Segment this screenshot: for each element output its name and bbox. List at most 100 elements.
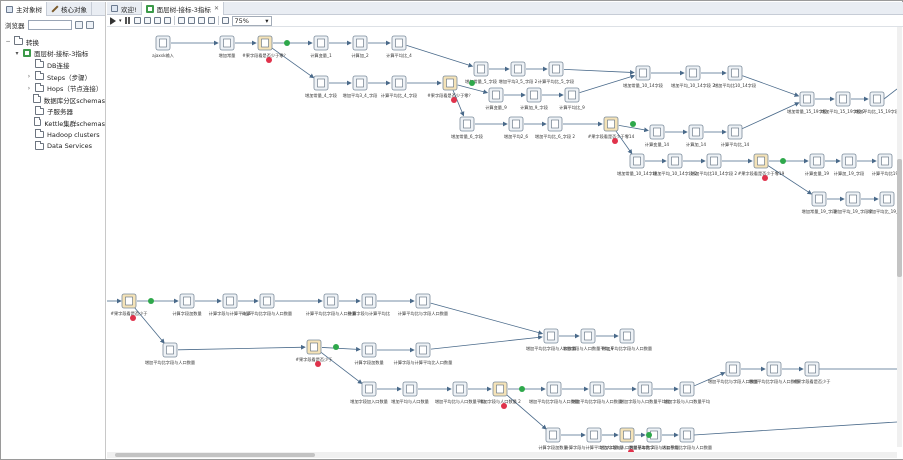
step-s43[interactable]: 计算平均比字段与人口数量 xyxy=(242,293,292,317)
step-s54[interactable]: 增加字段加入口数量 xyxy=(350,381,388,405)
step-s4[interactable]: 计算变量_1 xyxy=(310,35,332,59)
step-s25[interactable]: 计算加_14 xyxy=(686,124,706,148)
step-s63[interactable]: 增加平均比字段与人口数量 xyxy=(749,361,799,385)
step-s29[interactable]: 增加平均比_15_19字段 xyxy=(855,91,897,115)
preview-icon[interactable] xyxy=(143,17,151,24)
expand-all-icon[interactable] xyxy=(74,21,83,29)
play-icon[interactable] xyxy=(110,16,116,25)
hop-arrow[interactable] xyxy=(177,344,306,351)
step-s30[interactable]: 增加常量_10_14字段 xyxy=(617,153,658,177)
run-options-chevron-icon[interactable]: ▾ xyxy=(119,18,122,24)
verify-icon[interactable] xyxy=(177,17,185,24)
step-s41[interactable]: 计算字段加数量 xyxy=(172,293,202,317)
step-s18[interactable]: 增加平均_10_14字段 2 xyxy=(671,65,715,89)
horizontal-scrollbar[interactable] xyxy=(107,452,897,458)
collapse-icon[interactable]: ▾ xyxy=(14,50,20,57)
step-s14[interactable]: 计算变量_9 xyxy=(485,87,507,111)
impact-icon[interactable] xyxy=(187,17,195,24)
step-s20[interactable]: 增加常量_6_字段 xyxy=(451,116,484,140)
flow-diagram[interactable]: ajaxsk输入 增加常量 #果字段看是否少于零？ 计算变量_1 计算加_2 计算平均比_… xyxy=(107,27,897,459)
hop-arrow[interactable] xyxy=(430,302,544,335)
horizontal-scroll-thumb[interactable] xyxy=(115,453,315,457)
search-input[interactable] xyxy=(27,20,72,30)
pause-icon[interactable] xyxy=(124,17,131,24)
step-s52[interactable]: 计算字段加数量 xyxy=(354,342,384,366)
collapse-icon[interactable]: − xyxy=(5,38,11,45)
hop-arrow[interactable] xyxy=(883,88,897,100)
step-s23[interactable]: #果字段看是否少于零14 xyxy=(588,116,635,140)
step-s61[interactable]: 增加字段与人口数量平均 xyxy=(664,381,710,405)
step-s60[interactable]: 增加字段与人口数量平均比 xyxy=(620,381,670,405)
tree-item-cluster-schemas[interactable]: Kettle集群schemas xyxy=(2,117,105,129)
step-s6[interactable]: 计算平均比_4 xyxy=(386,35,412,59)
tree-item-hops[interactable]: › Hops（节点连接） xyxy=(2,82,105,94)
step-s49[interactable]: 增加平均比字段与人口数量 xyxy=(602,328,652,352)
close-icon[interactable]: ✕ xyxy=(214,5,219,12)
step-s56[interactable]: 增加平均比与人口数量平均 xyxy=(435,381,485,405)
debug-icon[interactable] xyxy=(153,17,161,24)
tree-item-slave-servers[interactable]: 子服务器 xyxy=(2,105,105,118)
step-s8[interactable]: 增加平均3_5_字段 2 xyxy=(499,61,538,85)
step-s64[interactable]: #果字段看是否少于 xyxy=(793,361,831,385)
explore-db-icon[interactable] xyxy=(207,17,215,24)
step-s15[interactable]: 计算加_9_字段 xyxy=(520,87,549,111)
hop-arrow[interactable] xyxy=(457,84,489,95)
step-s40[interactable]: #果字段看是否少于 xyxy=(110,293,148,317)
tree-item-data-services[interactable]: Data Services xyxy=(2,140,105,152)
step-s69[interactable]: 增加平均比字段与人口数量 xyxy=(662,427,712,451)
tree-item-steps[interactable]: › Steps（步骤） xyxy=(2,71,105,83)
step-s26[interactable]: 计算平均比_14 xyxy=(721,124,750,148)
tab-transformation[interactable]: 面层树-接标-3指标 ✕ xyxy=(141,2,224,15)
step-s33[interactable]: #果字段看是否少于零19 xyxy=(738,153,785,177)
vertical-scrollbar[interactable] xyxy=(897,27,902,447)
step-s51[interactable]: #果字段看是否少于 xyxy=(295,339,333,363)
step-s32[interactable]: 增加平均比10_14字段 2 xyxy=(691,153,737,177)
step-s3[interactable]: #果字段看是否少于零？ xyxy=(242,35,288,59)
hop-arrow[interactable] xyxy=(693,421,897,436)
hop-arrow[interactable] xyxy=(406,45,474,68)
expand-icon[interactable]: › xyxy=(26,85,32,92)
sql-icon[interactable] xyxy=(197,17,205,24)
tree-item-partition-schemas[interactable]: 数据库分区schemas xyxy=(2,94,105,106)
tree-transformation[interactable]: ▾ 面层树-接标-3指标 xyxy=(2,48,105,60)
step-s39[interactable]: 增加平均比_19_字段 xyxy=(868,191,897,215)
step-s21[interactable]: 增加平均2_6 xyxy=(504,116,529,140)
step-s22[interactable]: 增加平均比_6_字段 2 xyxy=(535,116,575,140)
hop-arrow[interactable] xyxy=(742,102,800,130)
tree-root[interactable]: − 转换 xyxy=(2,36,105,48)
step-s10[interactable]: 增加常量_4_字段 xyxy=(305,75,338,99)
collapse-all-icon[interactable] xyxy=(85,21,94,29)
step-s37[interactable]: 增加常量_19_字段 xyxy=(802,191,837,215)
step-s24[interactable]: 计算变量_14 xyxy=(645,124,670,148)
show-results-icon[interactable] xyxy=(221,17,229,24)
hop-arrow[interactable] xyxy=(563,68,635,75)
step-s1[interactable]: ajaxsk输入 xyxy=(152,35,175,59)
tree-item-hadoop-clusters[interactable]: Hadoop clusters xyxy=(2,129,105,141)
zoom-select[interactable]: 75% ▾ xyxy=(231,15,272,26)
step-s11[interactable]: 增加平均3_4_字段 xyxy=(343,75,378,99)
step-s12[interactable]: 计算平均比_4_字段 xyxy=(381,75,418,99)
step-s50[interactable]: 增加平均比字段与人口数量 xyxy=(145,342,195,366)
step-s16[interactable]: 计算平均比_9 xyxy=(559,87,585,111)
hop-arrow[interactable] xyxy=(767,165,813,195)
tab-welcome[interactable]: 欢迎! xyxy=(107,2,142,15)
step-s19[interactable]: 增加平均比10_14字段 xyxy=(714,65,757,89)
tab-core-objects[interactable]: 核心对象 xyxy=(47,2,92,16)
step-s5[interactable]: 计算加_2 xyxy=(351,35,369,59)
hop-arrow[interactable] xyxy=(321,346,361,352)
step-s65[interactable]: 计算字段加数量 xyxy=(538,427,568,451)
stop-icon[interactable] xyxy=(133,17,141,24)
step-s45[interactable]: 计算字段与计算平均比 xyxy=(348,293,390,317)
tree-item-db-connections[interactable]: DB连接 xyxy=(2,59,105,71)
step-s2[interactable]: 增加常量 xyxy=(219,35,236,59)
transformation-canvas[interactable]: ajaxsk输入 增加常量 #果字段看是否少于零？ 计算变量_1 计算加_2 计算平均比_… xyxy=(107,27,897,459)
vertical-scroll-thumb[interactable] xyxy=(897,159,902,277)
expand-icon[interactable]: › xyxy=(26,73,32,80)
step-s9[interactable]: 计算平均比_5_字段 xyxy=(538,61,575,85)
step-s53[interactable]: 计算字段与计算平均比人口数量 xyxy=(394,342,453,366)
step-s36[interactable]: 计算平均比19 xyxy=(872,153,897,177)
step-s34[interactable]: 计算变量_19 xyxy=(805,153,830,177)
step-s55[interactable]: 增加平均与人口数量 xyxy=(391,381,429,405)
tab-main-object-tree[interactable]: 主对象树 xyxy=(2,2,47,16)
step-s57[interactable]: 增加字段与人口数量 2 xyxy=(479,381,521,405)
